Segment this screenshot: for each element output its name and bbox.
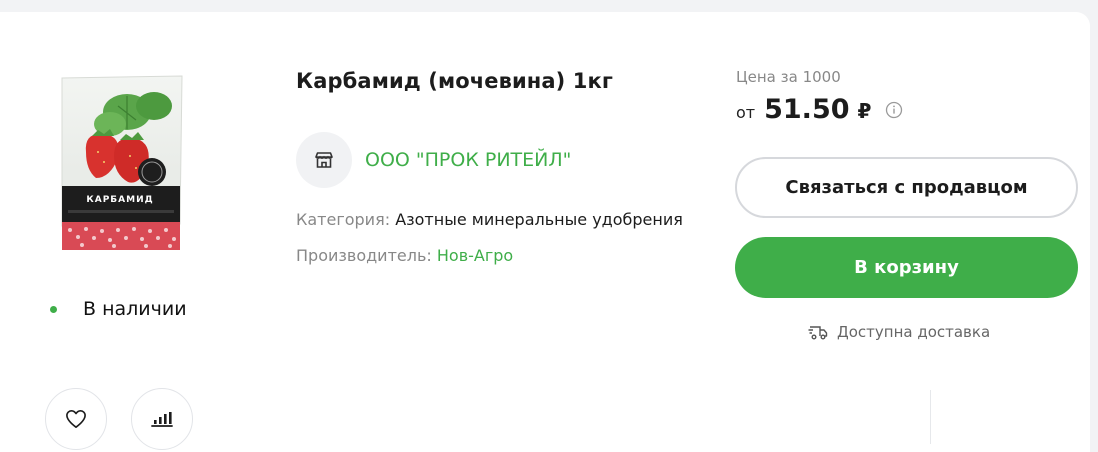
price-value: 51.50 bbox=[764, 94, 850, 125]
heart-icon bbox=[66, 410, 86, 428]
price-currency: ₽ bbox=[857, 99, 872, 123]
compare-bars-icon bbox=[151, 412, 173, 427]
category-row: Категория: Азотные минеральные удобрения bbox=[296, 210, 683, 229]
category-value[interactable]: Азотные минеральные удобрения bbox=[395, 210, 683, 229]
seller-link[interactable]: ООО "ПРОК РИТЕЙЛ" bbox=[296, 132, 571, 188]
package-label: КАРБАМИД bbox=[86, 195, 153, 205]
product-title[interactable]: Карбамид (мочевина) 1кг bbox=[296, 69, 613, 93]
contact-seller-button[interactable]: Связаться с продавцом bbox=[735, 157, 1078, 218]
compare-button[interactable] bbox=[131, 388, 193, 450]
divider bbox=[930, 390, 931, 444]
seller-avatar bbox=[296, 132, 352, 188]
seller-name[interactable]: ООО "ПРОК РИТЕЙЛ" bbox=[365, 149, 571, 171]
product-card: КАРБАМИД В наличии Карбамид (мочевина) 1… bbox=[0, 12, 1090, 452]
manufacturer-label: Производитель: bbox=[296, 246, 432, 265]
manufacturer-row: Производитель: Нов-Агро bbox=[296, 246, 513, 265]
store-icon bbox=[315, 152, 333, 168]
price-from-label: от bbox=[736, 103, 756, 122]
add-to-cart-button[interactable]: В корзину bbox=[735, 237, 1078, 298]
in-stock-indicator-icon bbox=[50, 305, 57, 313]
price-caption: Цена за 1000 bbox=[736, 68, 841, 86]
stock-status: В наличии bbox=[50, 298, 187, 320]
price-row: от 51.50 ₽ bbox=[736, 94, 903, 125]
category-label: Категория: bbox=[296, 210, 391, 229]
delivery-info: Доступна доставка bbox=[808, 323, 990, 341]
info-icon[interactable] bbox=[885, 101, 903, 119]
product-image[interactable]: КАРБАМИД bbox=[52, 74, 192, 256]
manufacturer-value[interactable]: Нов-Агро bbox=[437, 246, 513, 265]
stock-label: В наличии bbox=[83, 298, 187, 320]
delivery-truck-icon bbox=[808, 326, 828, 340]
favorite-button[interactable] bbox=[45, 388, 107, 450]
delivery-label: Доступна доставка bbox=[837, 323, 991, 341]
